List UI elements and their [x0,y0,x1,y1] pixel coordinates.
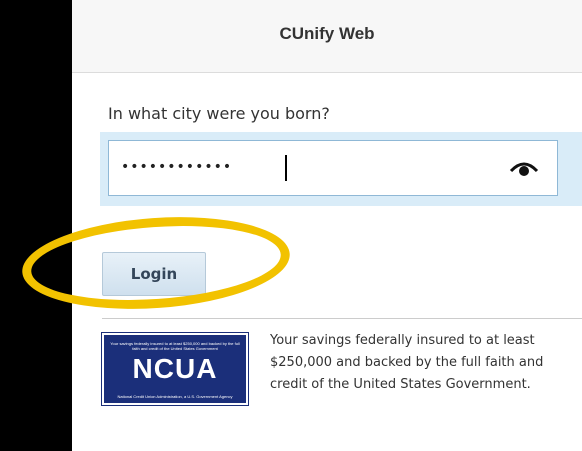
security-question-label: In what city were you born? [108,104,330,123]
answer-field-focus-ring: •••••••••••• [100,132,582,206]
insurance-notice: Your savings federally insured to at lea… [270,333,544,392]
header-bar: CUnify Web [72,0,582,73]
ncua-logo-bottom-text: National Credit Union Administration, a … [117,394,233,399]
divider [102,318,582,319]
security-answer-input[interactable]: •••••••••••• [108,140,558,196]
ncua-logo: Your savings federally insured to at lea… [101,332,249,406]
ncua-logo-text: NCUA [132,353,218,384]
eye-icon[interactable] [509,157,539,179]
masked-answer: •••••••••••• [121,159,233,175]
text-caret [285,155,287,181]
ncua-logo-top-text: Your savings federally insured to at lea… [110,341,240,351]
page-title: CUnify Web [279,24,375,43]
